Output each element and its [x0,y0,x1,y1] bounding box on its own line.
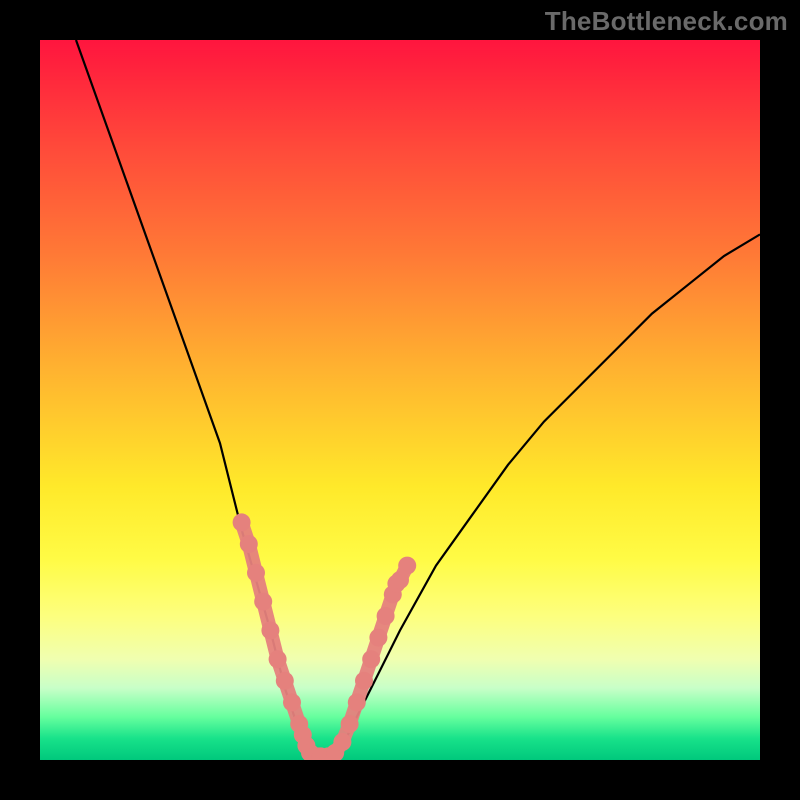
valley-bead [362,650,380,668]
valley-bead [341,715,359,733]
watermark-text: TheBottleneck.com [545,6,788,37]
valley-bead [269,650,287,668]
valley-bead [355,672,373,690]
valley-bead [254,593,272,611]
valley-bead [398,557,416,575]
valley-bead [333,733,351,751]
valley-bead [240,535,258,553]
bottleneck-curve [76,40,760,760]
valley-bead [377,607,395,625]
valley-bead [369,629,387,647]
valley-bead [283,693,301,711]
valley-bead [233,513,251,531]
valley-bead [348,693,366,711]
plot-area [40,40,760,760]
valley-bead [276,672,294,690]
valley-bead [247,564,265,582]
valley-bead [261,621,279,639]
outer-frame: TheBottleneck.com [0,0,800,800]
chart-svg [40,40,760,760]
